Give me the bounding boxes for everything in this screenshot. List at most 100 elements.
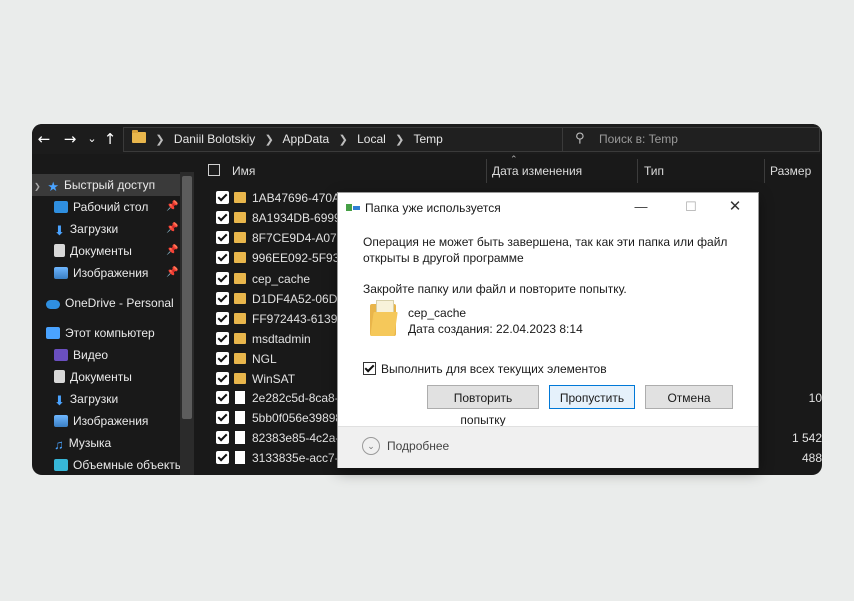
search-input[interactable]: ⚲ Поиск в: Temp	[562, 127, 820, 152]
pin-icon[interactable]: 📌	[166, 218, 178, 240]
scrollbar-thumb[interactable]	[182, 176, 192, 419]
folder-icon	[234, 212, 246, 223]
sidebar-scrollbar[interactable]	[180, 172, 194, 475]
row-checkbox[interactable]	[216, 451, 229, 464]
music-icon: ♫	[54, 437, 64, 452]
file-icon	[235, 431, 245, 444]
sidebar-item-downloads-pc[interactable]: ⬇ Загрузки	[54, 388, 180, 410]
sidebar-item-pictures-pc[interactable]: Изображения	[54, 410, 180, 432]
row-checkbox[interactable]	[216, 411, 229, 424]
row-checkbox[interactable]	[216, 312, 229, 325]
row-checkbox[interactable]	[216, 272, 229, 285]
close-icon[interactable]: ✕	[720, 196, 750, 218]
address-toolbar: ← → ⌄ ↑ ❯ Daniil Bolotskiy ❯ AppData ❯ L…	[32, 124, 822, 154]
expand-chevron-icon[interactable]: ❯	[34, 176, 44, 198]
breadcrumb-item-local[interactable]: Local	[357, 132, 386, 146]
row-checkbox[interactable]	[216, 251, 229, 264]
pin-icon[interactable]: 📌	[166, 196, 178, 218]
column-header-type[interactable]: Тип	[644, 159, 664, 183]
forward-arrow-icon[interactable]: →	[60, 128, 80, 150]
row-checkbox[interactable]	[216, 431, 229, 444]
cloud-icon	[46, 300, 60, 309]
dialog-title: Папка уже используется	[365, 201, 501, 215]
sidebar-item-label: Загрузки	[69, 222, 119, 236]
file-transfer-icon	[346, 202, 360, 213]
file-icon	[235, 391, 245, 404]
maximize-icon: ☐	[685, 199, 697, 214]
desktop-icon	[54, 201, 68, 213]
sidebar-item-documents[interactable]: Документы 📌	[54, 240, 180, 262]
file-name: 5bb0f056e398983	[252, 411, 349, 425]
up-arrow-icon[interactable]: ↑	[100, 128, 120, 150]
minimize-icon[interactable]: —	[626, 196, 656, 218]
row-checkbox[interactable]	[216, 352, 229, 365]
dialog-instruction: Закройте папку или файл и повторите попы…	[363, 282, 627, 296]
breadcrumb-item-user[interactable]: Daniil Bolotskiy	[174, 132, 255, 146]
item-created-date: Дата создания: 22.04.2023 8:14	[408, 322, 583, 336]
search-icon: ⚲	[575, 131, 585, 146]
file-icon	[235, 411, 245, 424]
sidebar-item-3d-objects[interactable]: Объемные объекты	[54, 454, 183, 475]
apply-all-label[interactable]: Выполнить для всех текущих элементов	[381, 361, 607, 377]
3d-objects-icon	[54, 459, 68, 471]
dialog-footer: ⌄ Подробнее	[338, 426, 758, 468]
sidebar-item-label: Изображения	[73, 414, 149, 428]
folder-icon	[370, 300, 398, 336]
sidebar-item-quick-access[interactable]: ❯ ★ Быстрый доступ	[32, 174, 180, 196]
sidebar-item-desktop[interactable]: Рабочий стол 📌	[54, 196, 180, 218]
dialog-message-line2: открыты в другой программе	[363, 251, 524, 265]
row-checkbox[interactable]	[216, 332, 229, 345]
column-divider[interactable]	[764, 159, 765, 183]
column-header-date[interactable]: Дата изменения	[492, 159, 582, 183]
back-arrow-icon[interactable]: ←	[34, 128, 54, 150]
column-divider[interactable]	[637, 159, 638, 183]
file-name: D1DF4A52-06DF-	[252, 292, 349, 306]
more-details-link[interactable]: Подробнее	[387, 439, 449, 453]
pin-icon[interactable]: 📌	[166, 262, 178, 284]
folder-icon	[234, 313, 246, 324]
retry-button[interactable]: Повторить попытку	[427, 385, 539, 427]
breadcrumb-chevron-icon[interactable]: ❯	[395, 134, 404, 146]
file-list-header: ⌃ Имя Дата изменения Тип Размер	[200, 154, 822, 183]
column-header-size[interactable]: Размер	[770, 159, 811, 183]
cancel-button[interactable]: Отмена	[645, 385, 733, 409]
sidebar-item-onedrive[interactable]: OneDrive - Personal	[46, 292, 180, 314]
sidebar-item-documents-pc[interactable]: Документы	[54, 366, 180, 388]
column-header-name[interactable]: Имя	[232, 159, 255, 183]
sidebar-item-label: Быстрый доступ	[64, 178, 156, 192]
file-name: 996EE092-5F93-4	[252, 251, 351, 265]
folder-icon	[234, 252, 246, 263]
file-name: msdtadmin	[252, 332, 311, 346]
row-checkbox[interactable]	[216, 292, 229, 305]
select-all-checkbox[interactable]	[208, 164, 220, 176]
address-bar[interactable]: ❯ Daniil Bolotskiy ❯ AppData ❯ Local ❯ T…	[123, 127, 641, 152]
column-divider[interactable]	[486, 159, 487, 183]
sidebar-item-label: Загрузки	[69, 392, 119, 406]
recent-locations-chevron-icon[interactable]: ⌄	[82, 128, 102, 150]
sidebar-item-pictures[interactable]: Изображения 📌	[54, 262, 180, 284]
row-checkbox[interactable]	[216, 372, 229, 385]
breadcrumb-item-appdata[interactable]: AppData	[283, 132, 330, 146]
breadcrumb-chevron-icon[interactable]: ❯	[339, 134, 348, 146]
file-size: 10	[808, 391, 822, 405]
row-checkbox[interactable]	[216, 211, 229, 224]
sidebar-item-this-pc[interactable]: Этот компьютер	[46, 322, 180, 344]
row-checkbox[interactable]	[216, 191, 229, 204]
chevron-down-icon[interactable]: ⌄	[362, 437, 380, 455]
breadcrumb-chevron-icon[interactable]: ❯	[155, 134, 164, 146]
sidebar-item-downloads[interactable]: ⬇ Загрузки 📌	[54, 218, 180, 240]
apply-all-checkbox[interactable]	[363, 362, 376, 375]
breadcrumb-chevron-icon[interactable]: ❯	[265, 134, 274, 146]
sidebar-item-label: Видео	[73, 348, 109, 362]
sidebar-item-music[interactable]: ♫ Музыка	[54, 432, 180, 454]
folder-in-use-dialog: Папка уже используется — ☐ ✕ Операция не…	[338, 193, 758, 468]
skip-button[interactable]: Пропустить	[549, 385, 635, 409]
row-checkbox[interactable]	[216, 231, 229, 244]
pin-icon[interactable]: 📌	[166, 240, 178, 262]
breadcrumb-item-temp[interactable]: Temp	[414, 132, 443, 146]
search-placeholder: Поиск в: Temp	[599, 132, 678, 146]
sidebar-item-video[interactable]: Видео	[54, 344, 180, 366]
row-checkbox[interactable]	[216, 391, 229, 404]
documents-icon	[54, 244, 65, 257]
sidebar-item-label: Документы	[70, 244, 132, 258]
